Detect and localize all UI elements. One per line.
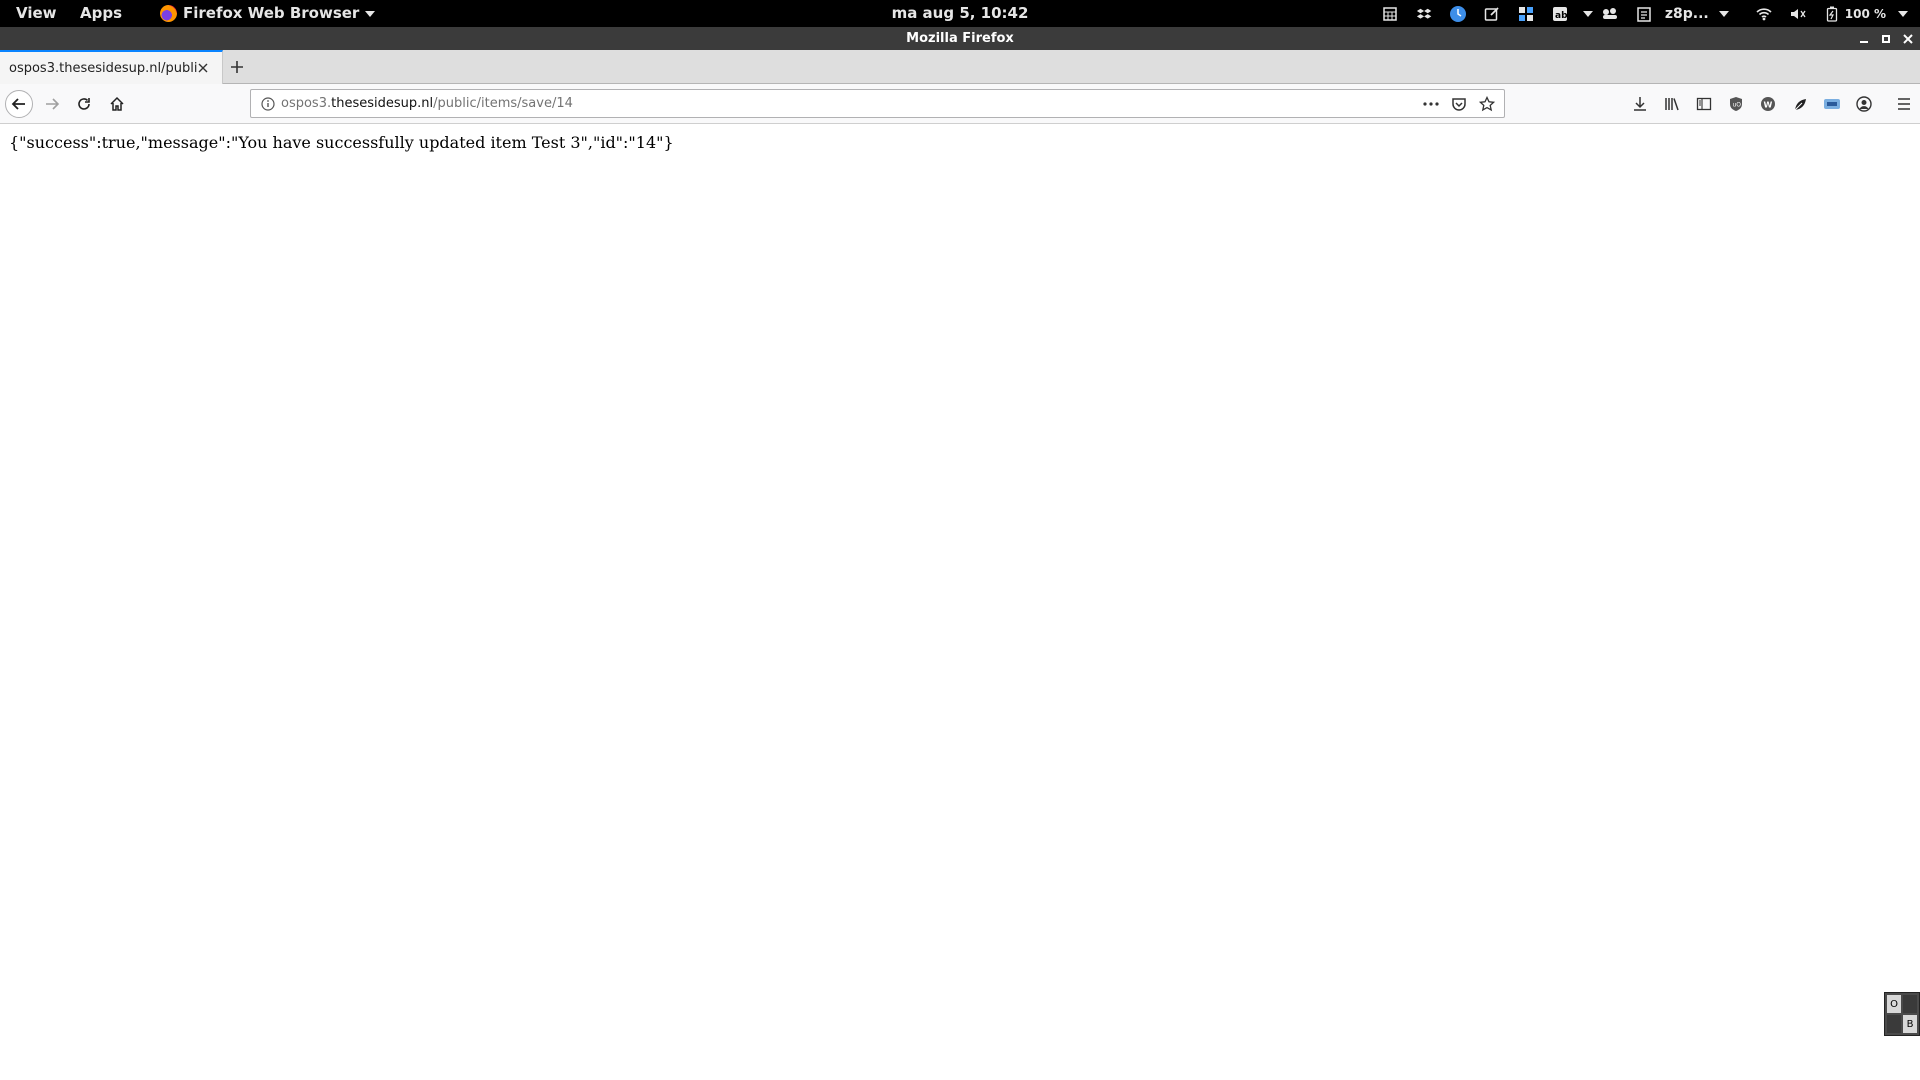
close-icon[interactable] — [1902, 33, 1914, 45]
svg-text:W: W — [1764, 101, 1773, 110]
info-icon[interactable] — [255, 96, 281, 111]
back-button[interactable] — [5, 90, 33, 118]
network-share-icon[interactable] — [1601, 5, 1619, 23]
dropbox-icon[interactable] — [1415, 5, 1433, 23]
clock[interactable]: ma aug 5, 10:42 — [892, 4, 1029, 22]
bookmark-star-icon[interactable] — [1478, 95, 1496, 113]
url-domain: thesesidesup.nl — [331, 96, 434, 111]
chevron-down-icon[interactable] — [1898, 10, 1908, 17]
system-top-bar: View Apps Firefox Web Browser ma aug 5, … — [0, 0, 1920, 27]
calendar-icon[interactable] — [1381, 5, 1399, 23]
page-content: {"success":true,"message":"You have succ… — [0, 125, 1920, 1080]
battery-icon[interactable] — [1823, 5, 1841, 23]
app-menu-label: Firefox Web Browser — [183, 4, 360, 22]
new-tab-button[interactable] — [230, 50, 252, 84]
home-icon — [110, 96, 124, 111]
arrow-right-icon — [46, 98, 60, 110]
chevron-down-icon — [365, 10, 376, 17]
minimize-icon[interactable] — [1858, 33, 1870, 45]
window-controls — [1858, 27, 1914, 50]
apps-menu[interactable]: Apps — [80, 0, 122, 27]
svg-text:ab: ab — [1555, 11, 1568, 21]
translate-icon[interactable]: ab — [1551, 5, 1569, 23]
tab-active[interactable]: ospos3.thesesidesup.nl/public/items/save… — [0, 50, 223, 84]
arrow-left-icon — [11, 98, 25, 110]
home-button[interactable] — [103, 90, 131, 118]
battery-percent: 100 % — [1844, 6, 1886, 21]
url-path: /public/items/save/14 — [433, 96, 573, 111]
url-bar[interactable]: ospos3.thesesidesup.nl/public/items/save… — [250, 89, 1505, 118]
maximize-icon[interactable] — [1880, 33, 1892, 45]
url-text[interactable]: ospos3.thesesidesup.nl/public/items/save… — [281, 96, 1422, 111]
hamburger-menu-icon[interactable] — [1888, 90, 1920, 118]
account-icon[interactable] — [1848, 90, 1880, 118]
clock-app-icon[interactable] — [1449, 5, 1467, 23]
svg-text:uO: uO — [1733, 102, 1742, 109]
system-tray: ab z8p... 100 % — [1373, 0, 1920, 27]
note-edit-icon[interactable] — [1483, 5, 1501, 23]
grid-app-icon[interactable] — [1517, 5, 1535, 23]
corner-widget-cell[interactable]: B — [1903, 1015, 1917, 1033]
extension-w-icon[interactable]: W — [1752, 90, 1784, 118]
extension-leaf-icon[interactable] — [1784, 90, 1816, 118]
volume-icon[interactable] — [1789, 5, 1807, 23]
forward-button[interactable] — [38, 90, 66, 118]
clipboard-icon[interactable] — [1635, 5, 1653, 23]
wifi-icon[interactable] — [1755, 5, 1773, 23]
close-icon[interactable] — [198, 63, 218, 73]
json-response-text: {"success":true,"message":"You have succ… — [9, 133, 674, 152]
download-icon[interactable] — [1624, 90, 1656, 118]
navigation-toolbar: ospos3.thesesidesup.nl/public/items/save… — [0, 84, 1920, 124]
tab-strip: ospos3.thesesidesup.nl/public/items/save… — [0, 50, 1920, 84]
extension-screen-icon[interactable] — [1816, 90, 1848, 118]
corner-widget[interactable]: O B — [1884, 992, 1920, 1036]
app-menu[interactable]: Firefox Web Browser — [160, 0, 376, 27]
toolbar-right: uO W — [1624, 90, 1920, 118]
corner-widget-cell[interactable] — [1887, 1015, 1901, 1033]
library-icon[interactable] — [1656, 90, 1688, 118]
reload-icon — [78, 98, 90, 110]
url-actions — [1422, 95, 1496, 113]
user-menu-label[interactable]: z8p... — [1665, 6, 1709, 22]
pocket-icon[interactable] — [1450, 95, 1468, 113]
firefox-logo-icon — [160, 5, 177, 22]
url-prefix: ospos3. — [281, 96, 332, 111]
window-title: Mozilla Firefox — [906, 31, 1014, 46]
ublock-icon[interactable]: uO — [1720, 90, 1752, 118]
chevron-down-icon[interactable] — [1718, 10, 1729, 17]
window-title-bar: Mozilla Firefox — [0, 27, 1920, 50]
tab-title: ospos3.thesesidesup.nl/public/items/save… — [9, 60, 198, 76]
chevron-down-icon[interactable] — [1582, 10, 1593, 17]
reload-button[interactable] — [70, 90, 98, 118]
more-actions-icon[interactable] — [1422, 95, 1440, 113]
corner-widget-cell[interactable] — [1903, 995, 1917, 1013]
view-menu[interactable]: View — [16, 0, 57, 27]
corner-widget-cell[interactable]: O — [1887, 995, 1901, 1013]
sidebar-icon[interactable] — [1688, 90, 1720, 118]
